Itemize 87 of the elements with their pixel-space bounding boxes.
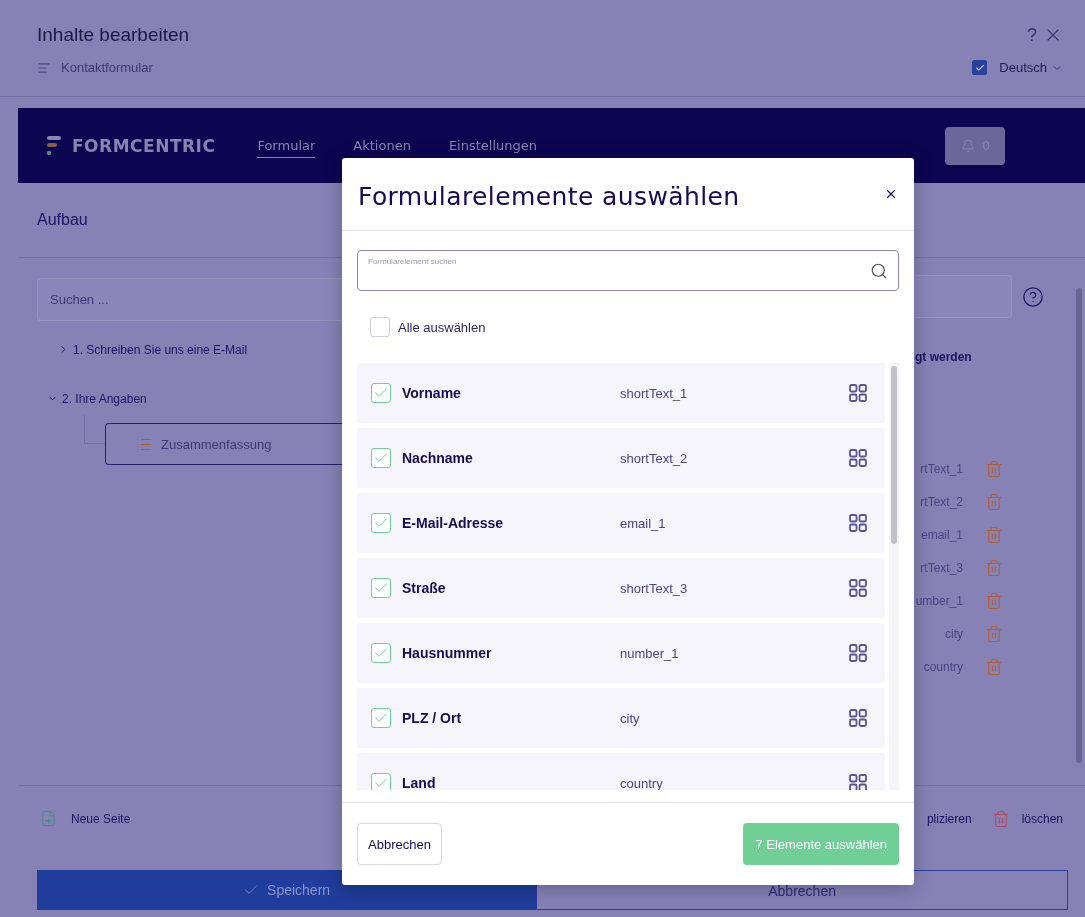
tree-item[interactable]: 1. Schreiben Sie uns eine E-Mail xyxy=(58,325,342,374)
grid-icon xyxy=(849,384,867,402)
search-field[interactable]: Formularelement suchen xyxy=(357,250,899,291)
trash-icon[interactable] xyxy=(985,592,1003,610)
nav-tab[interactable]: Formular xyxy=(257,133,316,158)
field-id: rtText_3 xyxy=(919,561,963,575)
grid-icon xyxy=(849,579,867,597)
scrollbar[interactable] xyxy=(889,363,899,790)
grid-icon xyxy=(849,709,867,727)
bell-icon xyxy=(960,138,975,153)
element-id: shortText_3 xyxy=(620,580,689,596)
checkbox[interactable] xyxy=(371,383,391,403)
help-button[interactable]: ? xyxy=(1027,24,1037,46)
language-checkbox[interactable] xyxy=(972,60,988,75)
element-id: number_1 xyxy=(620,645,680,661)
grid-icon xyxy=(849,514,867,532)
text-lines-icon xyxy=(37,60,51,75)
checkbox[interactable] xyxy=(371,773,391,790)
duplicate-link[interactable]: plizieren xyxy=(926,811,972,826)
checkbox[interactable] xyxy=(371,448,391,468)
element-id: email_1 xyxy=(620,515,667,531)
checkbox[interactable] xyxy=(370,317,390,337)
trash-icon[interactable] xyxy=(991,809,1010,828)
close-icon[interactable] xyxy=(884,187,898,201)
element-row[interactable]: E-Mail-Adresse email_1 xyxy=(357,493,885,553)
checkbox[interactable] xyxy=(371,643,391,663)
field-id: umber_1 xyxy=(915,594,963,608)
element-row[interactable]: Straße shortText_3 xyxy=(357,558,885,618)
nav-tab[interactable]: Einstellungen xyxy=(448,133,537,158)
grid-icon xyxy=(849,774,867,790)
element-row[interactable]: Vorname shortText_1 xyxy=(357,363,885,423)
trash-icon[interactable] xyxy=(985,658,1003,676)
element-id: city xyxy=(620,710,641,726)
hint-text: gt werden xyxy=(915,350,973,364)
search-icon xyxy=(870,261,888,280)
tree-item[interactable]: 2. Ihre Angaben xyxy=(47,374,342,423)
trash-icon[interactable] xyxy=(985,526,1003,544)
trash-icon[interactable] xyxy=(985,559,1003,577)
breadcrumb: Kontaktformular xyxy=(61,60,153,75)
tree-item[interactable]: Zusammenfassung xyxy=(105,423,342,465)
field-id: city xyxy=(944,627,963,641)
grid-icon xyxy=(849,449,867,467)
nav-tab[interactable]: Aktionen xyxy=(353,133,411,158)
scrollbar[interactable] xyxy=(1076,288,1082,763)
element-name: Straße xyxy=(402,580,447,596)
field-id: country xyxy=(922,660,963,674)
search-field[interactable]: Suchen ... xyxy=(37,278,342,321)
tree-line xyxy=(84,415,105,444)
trash-icon[interactable] xyxy=(985,493,1003,511)
trash-icon[interactable] xyxy=(985,625,1003,643)
section-title: Aufbau xyxy=(37,211,88,229)
window-title: Inhalte bearbeiten xyxy=(37,24,190,46)
element-id: shortText_1 xyxy=(620,385,689,401)
logo-icon xyxy=(46,133,62,158)
field-id: rtText_1 xyxy=(919,462,963,476)
field-id: rtText_2 xyxy=(919,495,963,509)
help-icon[interactable] xyxy=(1022,285,1044,308)
field-label: Formularelement suchen xyxy=(368,257,457,266)
language-select[interactable]: Deutsch xyxy=(999,60,1047,75)
checkbox[interactable] xyxy=(371,513,391,533)
element-id: country xyxy=(620,775,664,790)
element-name: Nachname xyxy=(402,450,474,466)
check-icon xyxy=(373,775,389,790)
element-row[interactable]: Nachname shortText_2 xyxy=(357,428,885,488)
element-name: E-Mail-Adresse xyxy=(402,515,505,531)
element-row[interactable]: PLZ / Ort city xyxy=(357,688,885,748)
element-name: Land xyxy=(402,775,437,790)
dialog-title: Formularelemente auswählen xyxy=(358,181,740,211)
brand-name: FORMCENTRIC xyxy=(72,135,216,156)
field-id: email_1 xyxy=(919,528,963,542)
element-row[interactable]: Hausnummer number_1 xyxy=(357,623,885,683)
trash-icon[interactable] xyxy=(985,460,1003,478)
grid-icon xyxy=(849,644,867,662)
cancel-button[interactable]: Abbrechen xyxy=(357,823,442,865)
check-icon xyxy=(974,62,985,73)
new-page-link[interactable]: Neue Seite xyxy=(71,811,131,826)
checkbox-label[interactable]: Alle auswählen xyxy=(398,319,486,335)
search-field[interactable] xyxy=(915,275,1012,318)
checkbox[interactable] xyxy=(371,578,391,598)
element-id: shortText_2 xyxy=(620,450,689,466)
element-row[interactable]: Land country xyxy=(357,753,885,790)
checkbox[interactable] xyxy=(371,708,391,728)
element-name: Vorname xyxy=(402,385,462,401)
element-name: Hausnummer xyxy=(402,645,493,661)
element-name: PLZ / Ort xyxy=(402,710,463,726)
delete-link[interactable]: löschen xyxy=(1021,811,1063,826)
file-plus-icon[interactable] xyxy=(40,810,57,827)
